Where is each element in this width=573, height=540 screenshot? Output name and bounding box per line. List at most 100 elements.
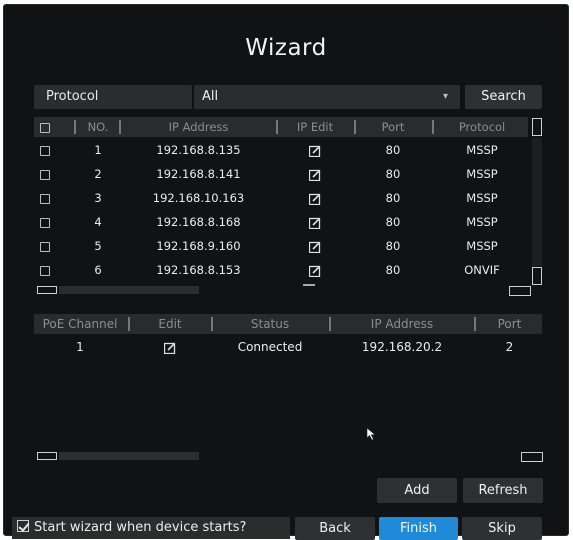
horizontal-scroll-left[interactable] <box>37 286 57 294</box>
poe-scroll-left[interactable] <box>37 452 57 460</box>
vertical-scroll-down[interactable] <box>532 267 542 285</box>
checkbox-icon <box>40 169 50 180</box>
search-button[interactable]: Search <box>465 85 542 109</box>
device-table-header: NO. IP Address IP Edit Port Protocol <box>34 117 528 137</box>
header-ip-address: IP Address <box>168 120 229 134</box>
start-wizard-checkbox[interactable]: Start wizard when device starts? <box>12 517 290 539</box>
row-ip-address: 192.168.10.163 <box>152 191 245 205</box>
checkbox-icon <box>40 145 50 156</box>
row-checkbox[interactable] <box>38 234 52 258</box>
wizard-window: Wizard Protocol All ▾ Search NO. IP Addr… <box>3 4 569 540</box>
row-ip-edit-button[interactable] <box>280 186 350 210</box>
checkbox-icon <box>40 241 50 252</box>
table-row[interactable]: 6 192.168.8.153 80 ONVIF <box>34 258 528 282</box>
row-port: 80 <box>385 263 401 277</box>
header-protocol: Protocol <box>458 120 506 134</box>
row-ip-address: 192.168.9.160 <box>156 239 241 253</box>
poe-table-row[interactable]: 1 Connected 192.168.20.2 2 <box>34 336 542 358</box>
row-no: 6 <box>94 263 102 277</box>
mouse-cursor-icon <box>366 427 376 441</box>
poe-table-header: PoE Channel Edit Status IP Address Port <box>34 314 542 334</box>
add-button[interactable]: Add <box>377 478 457 503</box>
finish-button[interactable]: Finish <box>379 517 458 540</box>
row-checkbox[interactable] <box>38 138 52 162</box>
window-title: Wizard <box>245 35 327 61</box>
header-port: Port <box>381 120 405 134</box>
dropdown-caret-icon: ▾ <box>442 91 448 102</box>
poe-scroll-right[interactable] <box>521 452 543 462</box>
header-status: Status <box>250 317 290 331</box>
row-ip-edit-button[interactable] <box>280 138 350 162</box>
row-no: 4 <box>94 215 102 229</box>
header-poe-channel: PoE Channel <box>42 317 118 331</box>
header-edit: Edit <box>158 317 182 331</box>
row-protocol: MSSP <box>466 191 498 205</box>
row-checkbox[interactable] <box>38 258 52 282</box>
checkbox-icon <box>40 265 50 276</box>
row-protocol: MSSP <box>466 215 498 229</box>
edit-icon <box>309 193 321 205</box>
row-ip-address: 192.168.8.168 <box>156 215 241 229</box>
header-poe-ip-address: IP Address <box>370 317 434 331</box>
poe-edit-button[interactable] <box>130 336 210 358</box>
table-row[interactable]: 3 192.168.10.163 80 MSSP <box>34 186 528 210</box>
row-ip-edit-button[interactable] <box>280 162 350 186</box>
poe-port: 2 <box>505 340 514 354</box>
row-no: 2 <box>94 167 102 181</box>
row-protocol: MSSP <box>466 167 498 181</box>
poe-ip-address: 192.168.20.2 <box>361 340 443 354</box>
refresh-button[interactable]: Refresh <box>463 478 543 503</box>
row-checkbox[interactable] <box>38 210 52 234</box>
row-checkbox[interactable] <box>38 186 52 210</box>
row-port: 80 <box>385 239 401 253</box>
row-port: 80 <box>385 191 401 205</box>
row-protocol: MSSP <box>466 239 498 253</box>
poe-status: Connected <box>237 340 303 354</box>
protocol-select-value: All <box>202 89 219 104</box>
edit-icon <box>309 265 321 277</box>
edit-icon <box>309 145 321 157</box>
edit-icon <box>164 342 176 354</box>
protocol-label: Protocol <box>34 85 192 109</box>
edit-icon <box>309 169 321 181</box>
row-port: 80 <box>385 167 401 181</box>
poe-channel: 1 <box>76 340 84 354</box>
vertical-scrollbar[interactable] <box>532 138 542 266</box>
checkbox-icon <box>40 193 50 204</box>
table-row[interactable]: 4 192.168.8.168 80 MSSP <box>34 210 528 234</box>
header-ip-edit: IP Edit <box>296 120 334 134</box>
skip-button[interactable]: Skip <box>462 517 542 540</box>
row-no: 3 <box>94 191 102 205</box>
row-ip-edit-button[interactable] <box>280 210 350 234</box>
edit-icon <box>309 241 321 253</box>
table-row[interactable]: 5 192.168.9.160 80 MSSP <box>34 234 528 258</box>
select-all-checkbox[interactable] <box>38 117 52 137</box>
row-partial-marker <box>303 284 315 286</box>
row-no: 5 <box>94 239 102 253</box>
row-ip-edit-button[interactable] <box>280 234 350 258</box>
row-protocol: ONVIF <box>464 263 500 277</box>
back-button[interactable]: Back <box>295 517 375 540</box>
row-port: 80 <box>385 143 401 157</box>
row-checkbox[interactable] <box>38 162 52 186</box>
protocol-select[interactable]: All ▾ <box>194 85 460 109</box>
checkbox-icon <box>40 217 50 228</box>
edit-icon <box>309 217 321 229</box>
poe-horizontal-scrollbar[interactable] <box>59 452 199 460</box>
row-protocol: MSSP <box>466 143 498 157</box>
row-ip-address: 192.168.8.135 <box>156 143 241 157</box>
header-poe-port: Port <box>497 317 522 331</box>
table-row[interactable]: 2 192.168.8.141 80 MSSP <box>34 162 528 186</box>
checkbox-icon <box>40 122 50 133</box>
row-ip-address: 192.168.8.153 <box>156 263 241 277</box>
row-ip-address: 192.168.8.141 <box>156 167 241 181</box>
horizontal-scroll-right[interactable] <box>509 286 531 296</box>
vertical-scroll-up[interactable] <box>532 118 542 136</box>
horizontal-scrollbar[interactable] <box>59 286 199 294</box>
table-row[interactable]: 1 192.168.8.135 80 MSSP <box>34 138 528 162</box>
header-no: NO. <box>87 120 109 134</box>
row-ip-edit-button[interactable] <box>280 258 350 282</box>
row-no: 1 <box>94 143 102 157</box>
checkbox-checked-icon <box>17 520 29 532</box>
row-port: 80 <box>385 215 401 229</box>
